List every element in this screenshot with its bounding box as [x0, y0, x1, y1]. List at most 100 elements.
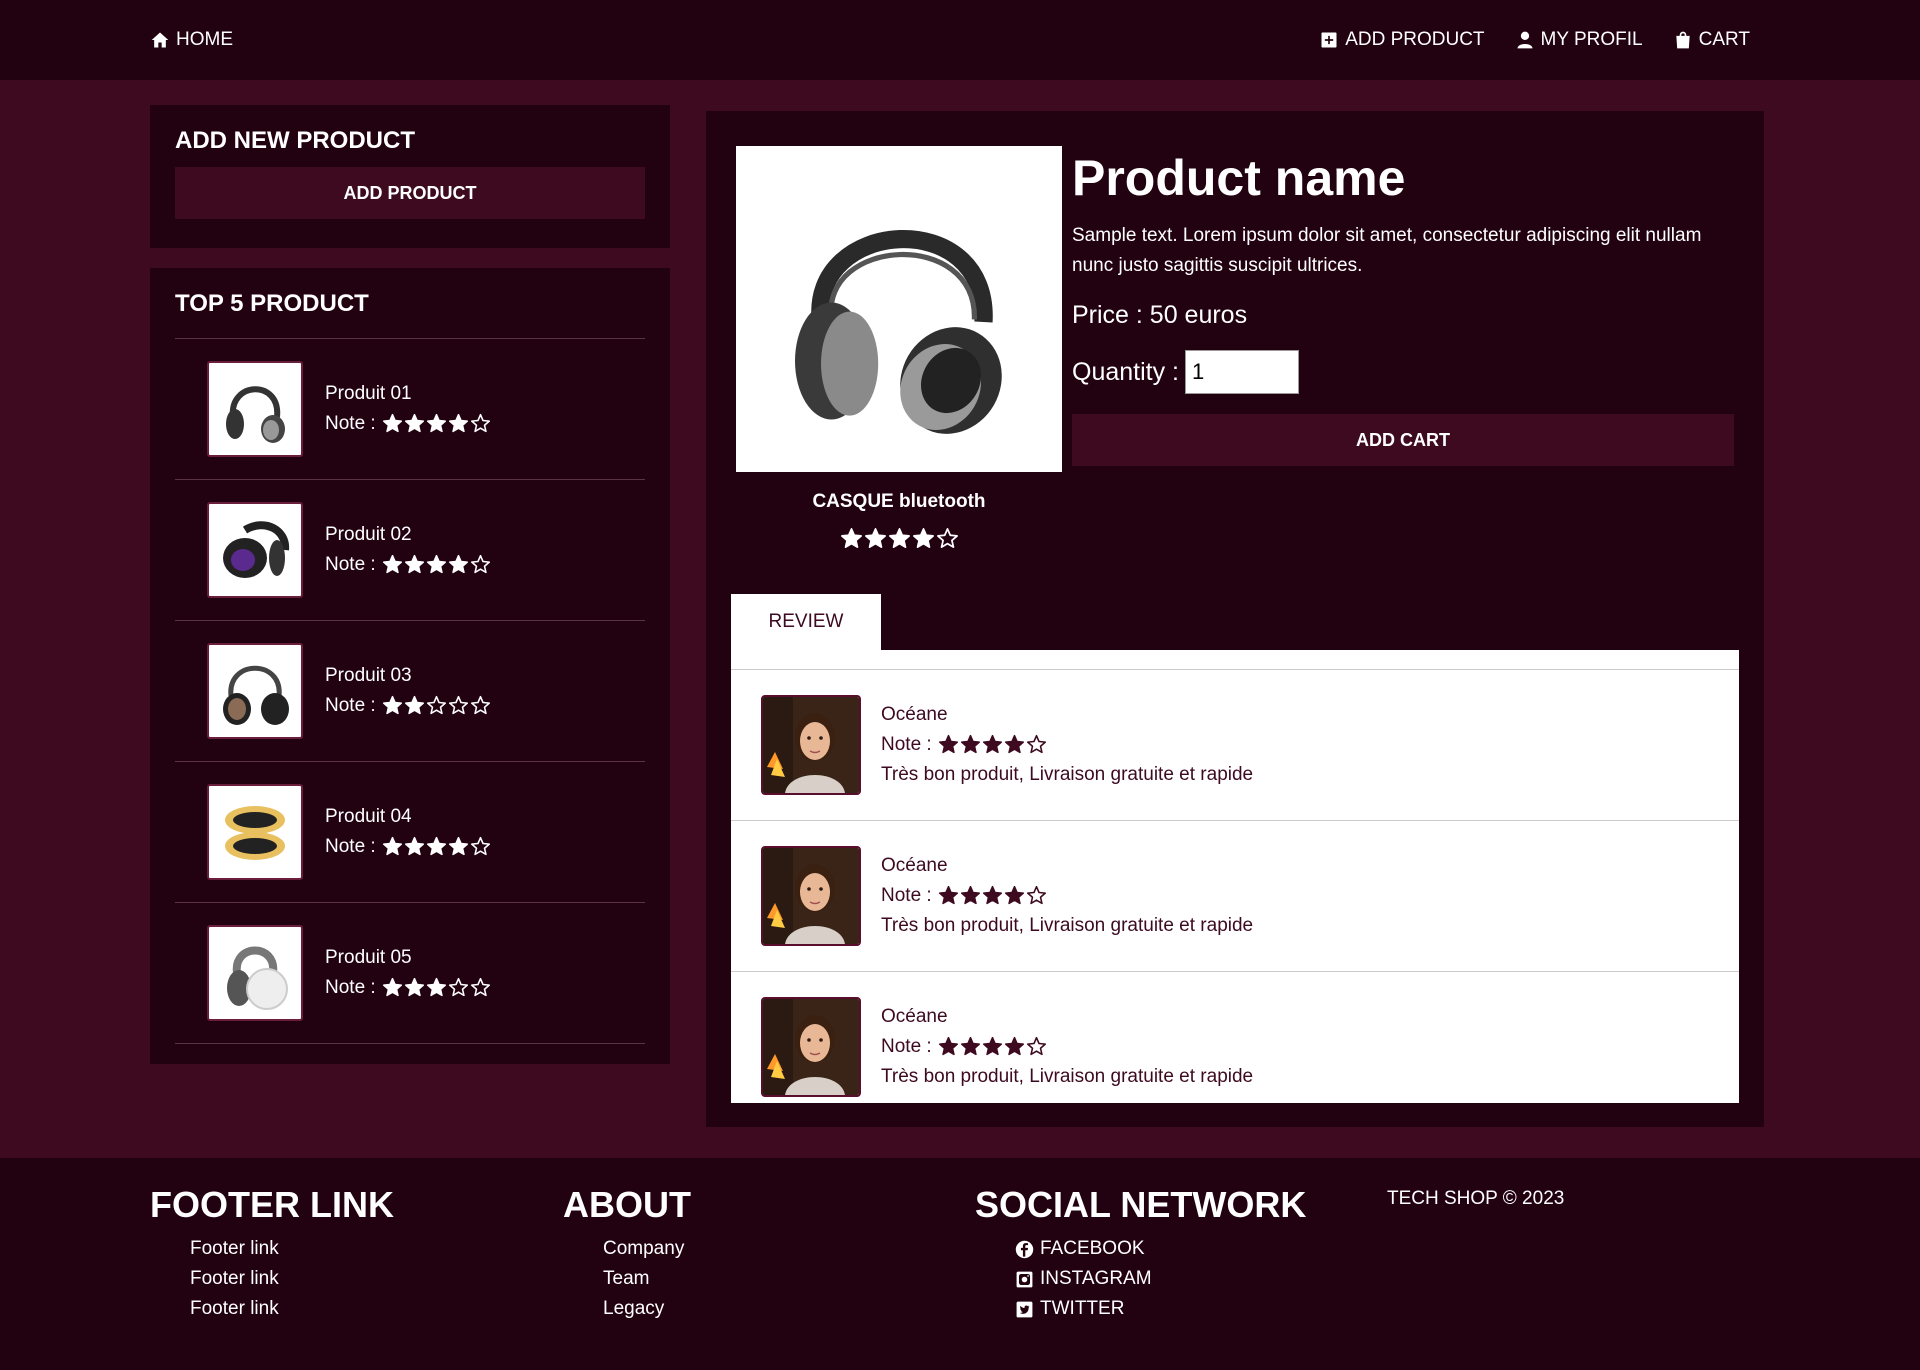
footer-social-title: SOCIAL NETWORK	[975, 1184, 1307, 1225]
tab-review[interactable]: REVIEW	[731, 594, 881, 650]
avatar	[761, 846, 861, 946]
avatar	[761, 695, 861, 795]
add-product-panel: ADD NEW PRODUCT ADD PRODUCT	[150, 105, 670, 248]
nav-my-profil-link[interactable]: MY PROFIL	[1515, 29, 1643, 51]
top-product-item[interactable]: Produit 02 Note :	[175, 480, 645, 621]
star-filled-icon	[1004, 886, 1024, 905]
note-label: Note :	[325, 977, 376, 998]
footer-legacy-link[interactable]: Legacy	[603, 1294, 691, 1324]
nav-add-product-link[interactable]: ADD PRODUCT	[1319, 29, 1485, 51]
star-filled-icon	[404, 837, 424, 856]
star-empty-icon	[448, 978, 468, 997]
footer-link[interactable]: Footer link	[190, 1264, 394, 1294]
review-body: Très bon produit, Livraison gratuite et …	[881, 764, 1254, 785]
top-product-text: Produit 02 Note :	[325, 520, 491, 580]
rating-stars	[382, 554, 491, 575]
nav-add-product-label: ADD PRODUCT	[1345, 29, 1485, 50]
nav-home-link[interactable]: HOME	[150, 29, 233, 51]
quantity-label: Quantity :	[1072, 357, 1179, 386]
add-cart-button[interactable]: ADD CART	[1072, 414, 1734, 466]
star-filled-icon	[382, 414, 402, 433]
review-text-block: Océane Note : Très bon produit, Livraison …	[881, 1002, 1253, 1092]
review-text-block: Océane Note : Très bon produit, Livraison …	[881, 851, 1253, 941]
add-product-button[interactable]: ADD PRODUCT	[175, 167, 645, 219]
product-caption: CASQUE bluetooth	[736, 491, 1062, 550]
footer-team-link[interactable]: Team	[603, 1264, 691, 1294]
star-filled-icon	[382, 837, 402, 856]
top-product-item[interactable]: Produit 03 Note :	[175, 621, 645, 762]
footer-link[interactable]: Footer link	[190, 1234, 394, 1264]
star-empty-icon	[426, 696, 446, 715]
footer: FOOTER LINK Footer link Footer link Foot…	[0, 1158, 1920, 1370]
top-product-text: Produit 03 Note :	[325, 661, 491, 721]
star-empty-icon	[1026, 886, 1046, 905]
top-products-list: Produit 01 Note : Produit 02 Note : Produit …	[175, 338, 645, 1044]
product-name: Product name	[1072, 150, 1406, 206]
top-product-item[interactable]: Produit 01 Note :	[175, 339, 645, 480]
star-filled-icon	[1004, 735, 1024, 754]
top-product-text: Produit 05 Note :	[325, 943, 491, 1003]
star-filled-icon	[426, 978, 446, 997]
product-rating	[840, 527, 959, 550]
product-thumbnail	[207, 502, 303, 598]
review-rating: Note :	[881, 881, 1253, 911]
add-panel-title: ADD NEW PRODUCT	[175, 127, 415, 154]
quantity-row: Quantity :	[1072, 350, 1740, 394]
product-price: Price : 50 euros	[1072, 301, 1248, 329]
star-filled-icon	[404, 555, 424, 574]
review-author: Océane	[881, 855, 948, 876]
review-rating: Note :	[881, 1032, 1253, 1062]
star-empty-icon	[470, 696, 490, 715]
top-product-rating: Note :	[325, 550, 491, 580]
star-filled-icon	[404, 696, 424, 715]
star-empty-icon	[1026, 735, 1046, 754]
top-panel-title: TOP 5 PRODUCT	[175, 290, 369, 317]
plus-square-icon	[1321, 32, 1337, 48]
instagram-link[interactable]: INSTAGRAM	[1015, 1264, 1306, 1294]
top-product-rating: Note :	[325, 691, 491, 721]
avatar-image	[763, 697, 859, 793]
top-products-panel: TOP 5 PRODUCT Produit 01 Note : Produit 02…	[150, 268, 670, 1064]
star-filled-icon	[960, 735, 980, 754]
quantity-input[interactable]	[1185, 350, 1299, 394]
footer-link[interactable]: Footer link	[190, 1294, 394, 1324]
star-empty-icon	[448, 696, 468, 715]
star-empty-icon	[470, 414, 490, 433]
headphones-icon	[227, 946, 288, 1010]
star-filled-icon	[426, 837, 446, 856]
footer-about-title: ABOUT	[563, 1184, 691, 1225]
star-empty-icon	[470, 837, 490, 856]
footer-about-column: ABOUT Company Team Legacy	[563, 1184, 691, 1324]
top-product-name: Produit 03	[325, 665, 412, 686]
top-product-item[interactable]: Produit 05 Note :	[175, 903, 645, 1044]
top-product-item[interactable]: Produit 04 Note :	[175, 762, 645, 903]
product-image	[736, 146, 1062, 472]
star-filled-icon	[426, 555, 446, 574]
footer-links-title: FOOTER LINK	[150, 1184, 394, 1225]
star-filled-icon	[448, 555, 468, 574]
product-thumbnail	[207, 643, 303, 739]
star-filled-icon	[382, 555, 402, 574]
review-body: Très bon produit, Livraison gratuite et …	[881, 915, 1254, 936]
note-label: Note :	[325, 554, 376, 575]
star-filled-icon	[982, 735, 1002, 754]
twitter-link[interactable]: TWITTER	[1015, 1294, 1306, 1324]
top-product-text: Produit 01 Note :	[325, 379, 491, 439]
product-description: Sample text. Lorem ipsum dolor sit amet,…	[1072, 225, 1702, 276]
star-filled-icon	[982, 1037, 1002, 1056]
star-empty-icon	[1026, 1037, 1046, 1056]
review-item: Océane Note : Très bon produit, Livraison …	[731, 821, 1739, 972]
footer-company-link[interactable]: Company	[603, 1234, 691, 1264]
headphones-icon	[223, 665, 289, 725]
reviews-panel: Océane Note : Très bon produit, Livraison …	[731, 650, 1739, 1103]
star-filled-icon	[888, 528, 910, 548]
star-empty-icon	[470, 555, 490, 574]
top-product-rating: Note :	[325, 409, 491, 439]
top-product-name: Produit 02	[325, 524, 412, 545]
facebook-link[interactable]: FACEBOOK	[1015, 1234, 1306, 1264]
nav-cart-link[interactable]: CART	[1673, 29, 1750, 51]
navbar: HOME ADD PRODUCT MY PROFIL CART	[0, 0, 1920, 80]
headphones-icon	[225, 806, 285, 860]
rating-stars	[382, 836, 491, 857]
rating-stars	[938, 885, 1047, 906]
